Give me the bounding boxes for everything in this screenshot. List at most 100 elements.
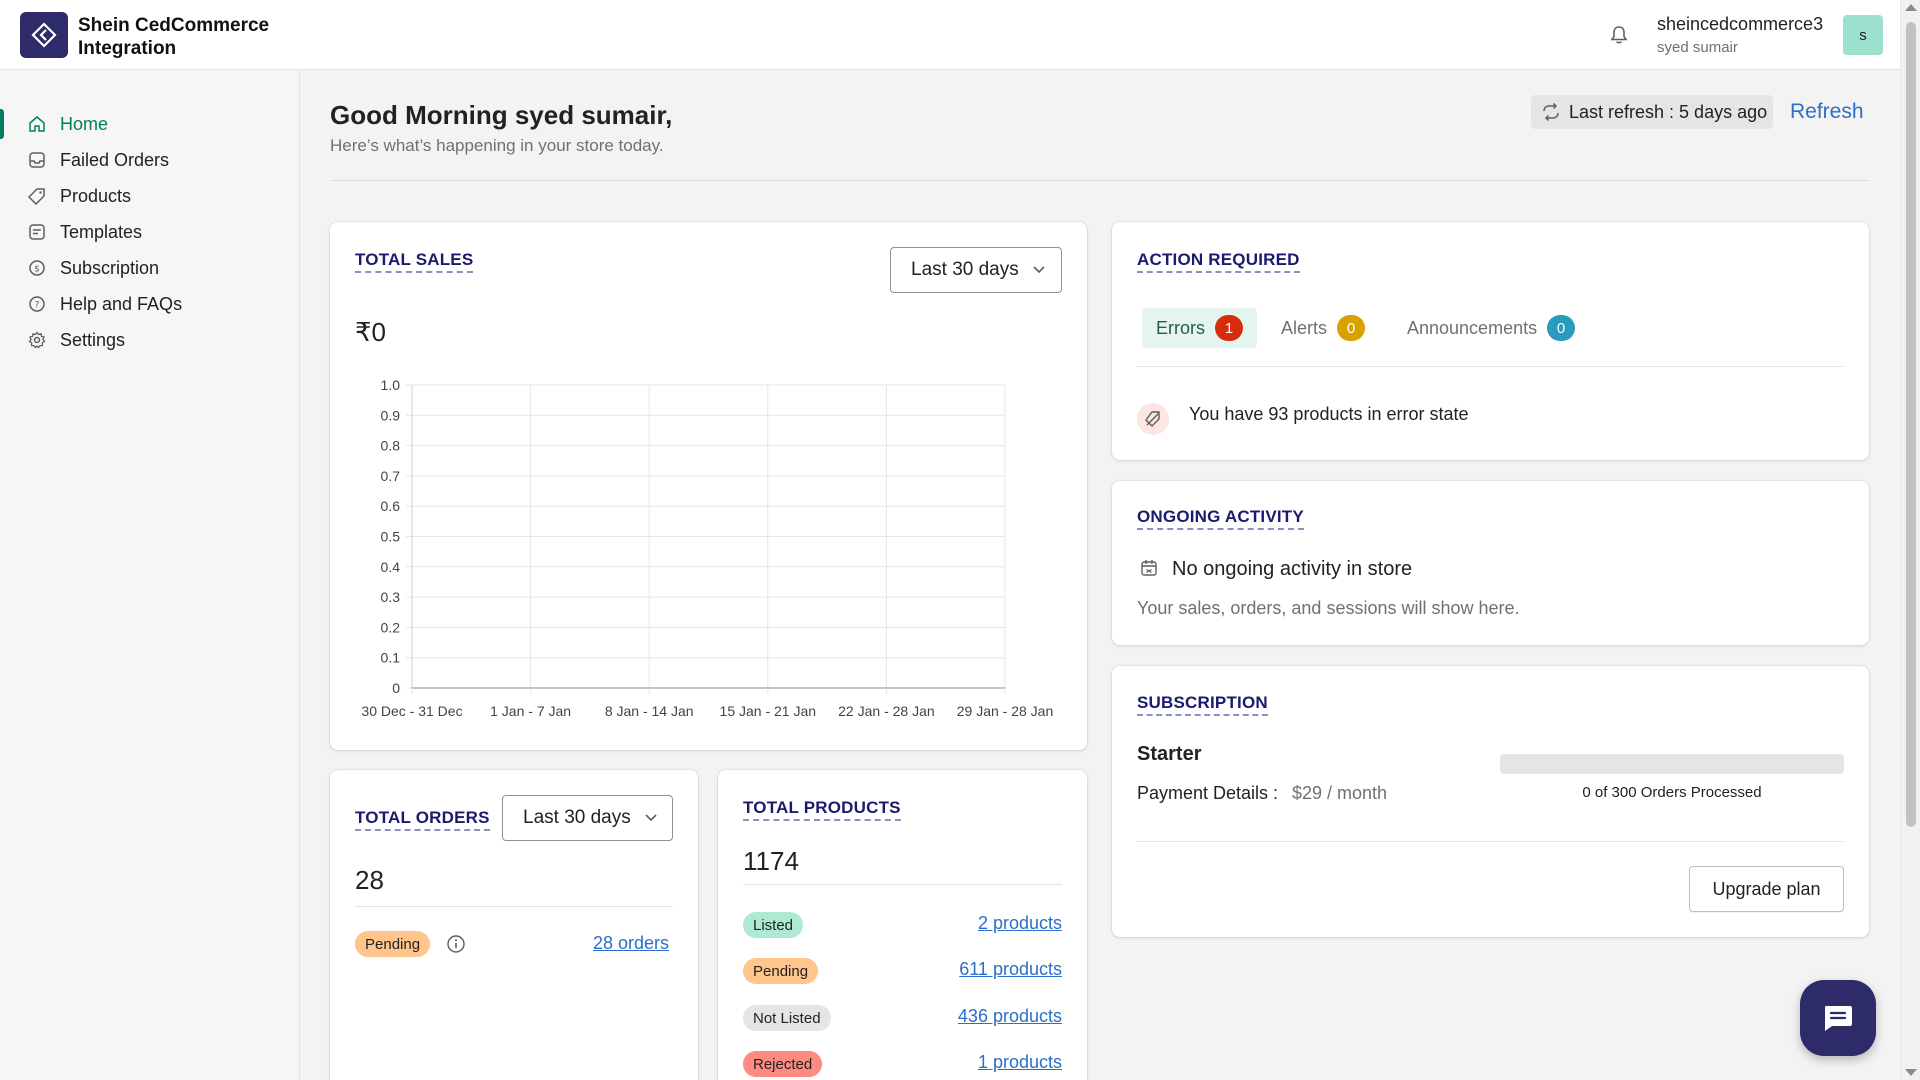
app-logo[interactable] xyxy=(20,12,68,58)
sidebar-item-subscription[interactable]: $ Subscription xyxy=(0,251,299,285)
ongoing-activity-card: ONGOING ACTIVITY No ongoing activity in … xyxy=(1112,481,1869,645)
activity-text: Your sales, orders, and sessions will sh… xyxy=(1137,598,1520,618)
orders-count: 28 xyxy=(355,865,384,895)
ongoing-activity-title[interactable]: ONGOING ACTIVITY xyxy=(1137,507,1304,530)
activity-heading: No ongoing activity in store xyxy=(1172,558,1413,580)
chart-ytick-label: 0.1 xyxy=(381,650,401,666)
refresh-button[interactable]: Refresh xyxy=(1790,100,1864,124)
chat-icon xyxy=(1825,1006,1852,1031)
sidebar-item-help[interactable]: ? Help and FAQs xyxy=(0,287,299,321)
chart-ytick-label: 0.8 xyxy=(381,438,401,454)
sidebar-item-label: Help and FAQs xyxy=(60,294,183,314)
usage-progress-bar xyxy=(1500,754,1844,774)
info-icon[interactable] xyxy=(446,934,466,954)
sidebar-item-label: Settings xyxy=(60,330,126,350)
orders-range-select[interactable]: Last 30 days xyxy=(502,795,673,841)
chart-xtick-label: 29 Jan - 28 Jan xyxy=(957,703,1054,719)
scroll-down-arrow[interactable] xyxy=(1905,1069,1917,1076)
orders-divider xyxy=(355,906,673,907)
total-sales-card: TOTAL SALES Last 30 days ₹0 0 0.1 0.2 0.3 0.… xyxy=(330,222,1087,750)
chart-ytick-label: 0.4 xyxy=(381,559,401,575)
total-products-card: TOTAL PRODUCTS 1174 Listed 2 products Pe… xyxy=(718,770,1087,1080)
bell-icon[interactable] xyxy=(1608,24,1630,51)
upgrade-plan-button[interactable]: Upgrade plan xyxy=(1689,866,1844,912)
not-listed-badge: Not Listed xyxy=(743,1005,831,1031)
tab-announcements[interactable]: Announcements 0 xyxy=(1393,308,1589,348)
pending-badge: Pending xyxy=(743,958,819,984)
chart-ytick-label: 0 xyxy=(392,680,400,696)
sidebar-item-failed-orders[interactable]: Failed Orders xyxy=(0,143,299,177)
action-required-card: ACTION REQUIRED Errors 1 Alerts 0 Announ… xyxy=(1112,222,1869,460)
template-icon xyxy=(29,224,45,240)
store-name[interactable]: sheincedcommerce3 xyxy=(1657,14,1823,35)
chart-xtick-label: 15 Jan - 21 Jan xyxy=(720,703,817,719)
usage-text: 0 of 300 Orders Processed xyxy=(1582,784,1762,801)
subscription-divider xyxy=(1137,841,1844,842)
action-divider xyxy=(1137,366,1844,367)
svg-text:?: ? xyxy=(35,301,40,311)
chat-button[interactable] xyxy=(1800,980,1876,1056)
chart-ytick-label: 0.9 xyxy=(381,407,401,423)
orders-pending-link[interactable]: 28 orders xyxy=(593,933,669,954)
gear-icon xyxy=(28,331,46,349)
subscription-title[interactable]: SUBSCRIPTION xyxy=(1137,693,1268,716)
sidebar-item-settings[interactable]: Settings xyxy=(0,323,299,357)
chart-ytick-label: 0.6 xyxy=(381,498,401,514)
orders-range-value: Last 30 days xyxy=(523,807,631,828)
total-orders-title[interactable]: TOTAL ORDERS xyxy=(355,808,490,831)
listed-products-link[interactable]: 2 products xyxy=(978,913,1062,934)
calendar-icon xyxy=(1141,560,1157,576)
chart-xtick-label: 30 Dec - 31 Dec xyxy=(361,703,462,719)
action-required-title[interactable]: ACTION REQUIRED xyxy=(1137,250,1300,273)
header-divider xyxy=(330,180,1869,181)
products-divider xyxy=(743,884,1062,885)
sales-chart: 0 0.1 0.2 0.3 0.4 0.5 0.6 0.7 0.8 0.9 1.0 30 Dec - … xyxy=(361,377,1054,719)
page-title: Good Morning syed sumair, xyxy=(330,100,673,130)
sidebar-item-products[interactable]: Products xyxy=(0,179,299,213)
help-icon: ? xyxy=(29,296,45,312)
not-listed-products-link[interactable]: 436 products xyxy=(958,1006,1062,1027)
sidebar-item-label: Home xyxy=(60,114,109,134)
scroll-thumb[interactable] xyxy=(1906,22,1916,827)
refresh-icon xyxy=(1543,102,1559,122)
avatar[interactable]: s xyxy=(1843,15,1883,55)
pending-products-link[interactable]: 611 products xyxy=(959,959,1062,980)
errors-count-badge: 1 xyxy=(1215,315,1243,341)
rejected-badge: Rejected xyxy=(743,1051,823,1077)
tag-icon xyxy=(28,188,45,205)
inbox-icon xyxy=(29,152,45,168)
chart-ytick-label: 1.0 xyxy=(381,377,401,393)
plan-price: $29 / month xyxy=(1292,783,1388,803)
dollar-icon: $ xyxy=(29,260,45,276)
sidebar-item-label: Failed Orders xyxy=(60,150,170,170)
chart-ytick-label: 0.7 xyxy=(381,468,401,484)
page-scrollbar[interactable] xyxy=(1900,0,1920,1080)
alerts-count-badge: 0 xyxy=(1337,315,1366,341)
last-refresh-text: Last refresh : 5 days ago xyxy=(1569,101,1768,122)
home-icon xyxy=(29,116,45,132)
page-subtitle: Here’s what’s happening in your store to… xyxy=(330,136,664,155)
error-message: You have 93 products in error state xyxy=(1189,404,1469,424)
app-title: Shein CedCommerce Integration xyxy=(78,15,270,59)
sidebar: Home Failed Orders Products Templates $ … xyxy=(0,71,300,1080)
total-orders-card: TOTAL ORDERS Last 30 days 28 Pending 28 … xyxy=(330,770,698,1080)
tab-errors[interactable]: Errors 1 xyxy=(1142,308,1257,348)
products-count: 1174 xyxy=(743,846,799,876)
sidebar-item-label: Products xyxy=(60,186,132,206)
tab-alerts-label: Alerts xyxy=(1281,317,1328,338)
tab-announcements-label: Announcements xyxy=(1407,317,1538,338)
sidebar-item-label: Subscription xyxy=(60,258,160,278)
total-products-title[interactable]: TOTAL PRODUCTS xyxy=(743,798,901,821)
tab-alerts[interactable]: Alerts 0 xyxy=(1267,308,1379,348)
rejected-products-link[interactable]: 1 products xyxy=(978,1052,1062,1073)
subscription-card: SUBSCRIPTION Starter Payment Details : $… xyxy=(1112,666,1869,937)
listed-badge: Listed xyxy=(743,912,804,938)
chart-ytick-label: 0.3 xyxy=(381,589,401,605)
sidebar-item-home[interactable]: Home xyxy=(0,107,299,141)
chart-ytick-label: 0.2 xyxy=(381,619,401,635)
sidebar-item-templates[interactable]: Templates xyxy=(0,215,299,249)
sidebar-item-label: Templates xyxy=(60,222,143,242)
plan-name: Starter xyxy=(1137,743,1202,765)
scroll-up-arrow[interactable] xyxy=(1905,4,1917,11)
user-name: syed sumair xyxy=(1657,39,1738,56)
